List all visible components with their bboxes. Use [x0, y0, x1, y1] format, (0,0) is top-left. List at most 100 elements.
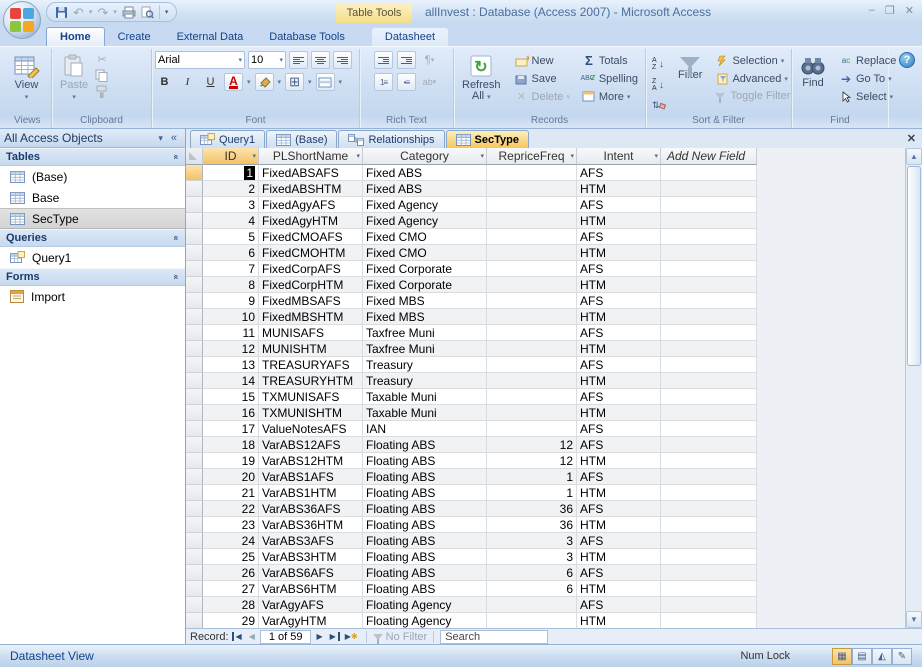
cell[interactable] — [661, 421, 757, 437]
cell[interactable]: HTM — [577, 549, 661, 565]
cell[interactable]: 22 — [203, 501, 259, 517]
cell[interactable]: Fixed Corporate — [363, 261, 487, 277]
cell[interactable] — [661, 197, 757, 213]
align-left-button[interactable] — [289, 51, 308, 69]
cell[interactable]: 19 — [203, 453, 259, 469]
nav-item-base[interactable]: Base — [0, 187, 185, 208]
nav-item-base[interactable]: (Base) — [0, 166, 185, 187]
cell[interactable] — [661, 245, 757, 261]
document-tab-query1[interactable]: Query1 — [190, 130, 266, 148]
cell[interactable] — [661, 357, 757, 373]
cell[interactable] — [487, 309, 577, 325]
column-dropdown-icon[interactable]: ▾ — [570, 152, 574, 160]
cell[interactable]: 25 — [203, 549, 259, 565]
collapse-chevron-icon[interactable]: « — [171, 274, 181, 279]
column-dropdown-icon[interactable]: ▾ — [252, 152, 256, 160]
cell[interactable]: 27 — [203, 581, 259, 597]
cell[interactable]: FixedABSAFS — [259, 165, 363, 181]
cell[interactable]: MUNISAFS — [259, 325, 363, 341]
cell[interactable]: HTM — [577, 581, 661, 597]
ribbon-tab-create[interactable]: Create — [105, 28, 164, 46]
cell[interactable]: ValueNotesAFS — [259, 421, 363, 437]
cell[interactable]: AFS — [577, 469, 661, 485]
cell[interactable] — [487, 421, 577, 437]
cell[interactable]: VarABS1HTM — [259, 485, 363, 501]
advanced-filter-button[interactable]: Advanced ▾ — [712, 71, 793, 86]
cell[interactable] — [487, 277, 577, 293]
italic-button[interactable]: I — [178, 73, 197, 91]
ribbon-tab-database-tools[interactable]: Database Tools — [256, 28, 358, 46]
cell[interactable] — [487, 357, 577, 373]
nav-section-forms[interactable]: Forms « — [0, 268, 185, 286]
cut-icon[interactable]: ✂ — [95, 53, 109, 66]
cell[interactable]: 1 — [487, 469, 577, 485]
totals-button[interactable]: Σ Totals — [579, 53, 641, 68]
font-size-combobox[interactable]: 10 ▾ — [248, 51, 286, 69]
cell[interactable]: AFS — [577, 261, 661, 277]
cell[interactable]: HTM — [577, 213, 661, 229]
cell[interactable]: AFS — [577, 421, 661, 437]
cell[interactable]: FixedCorpHTM — [259, 277, 363, 293]
cell[interactable]: Treasury — [363, 373, 487, 389]
collapse-chevron-icon[interactable]: « — [171, 154, 181, 159]
cell[interactable]: 26 — [203, 565, 259, 581]
row-selector[interactable] — [186, 517, 203, 533]
nav-section-tables[interactable]: Tables « — [0, 148, 185, 166]
cell[interactable] — [661, 437, 757, 453]
cell[interactable]: Fixed MBS — [363, 293, 487, 309]
cell[interactable]: 11 — [203, 325, 259, 341]
cell[interactable]: 1 — [203, 165, 259, 181]
cell[interactable]: VarABS36AFS — [259, 501, 363, 517]
row-selector[interactable] — [186, 565, 203, 581]
cell[interactable]: Taxable Muni — [363, 405, 487, 421]
restore-button[interactable]: ❐ — [885, 4, 895, 17]
column-dropdown-icon[interactable]: ▾ — [356, 152, 360, 160]
cell[interactable]: 9 — [203, 293, 259, 309]
row-selector[interactable] — [186, 453, 203, 469]
cell[interactable]: 3 — [487, 533, 577, 549]
cell[interactable] — [661, 565, 757, 581]
cell[interactable]: Taxfree Muni — [363, 325, 487, 341]
cell[interactable]: 21 — [203, 485, 259, 501]
cell[interactable]: VarABS6HTM — [259, 581, 363, 597]
cell[interactable] — [487, 341, 577, 357]
row-selector[interactable] — [186, 469, 203, 485]
cell[interactable]: HTM — [577, 341, 661, 357]
cell[interactable]: 23 — [203, 517, 259, 533]
row-selector[interactable] — [186, 389, 203, 405]
cell[interactable] — [487, 197, 577, 213]
align-center-button[interactable] — [311, 51, 330, 69]
cell[interactable] — [661, 181, 757, 197]
cell[interactable]: HTM — [577, 405, 661, 421]
last-record-button[interactable]: ▶ — [328, 632, 340, 641]
cell[interactable] — [487, 213, 577, 229]
help-button[interactable]: ? — [899, 52, 915, 68]
row-selector[interactable] — [186, 373, 203, 389]
cell[interactable]: 2 — [203, 181, 259, 197]
alternate-fill-dropdown-icon[interactable]: ▾ — [339, 78, 343, 86]
cell[interactable]: HTM — [577, 485, 661, 501]
cell[interactable]: Taxfree Muni — [363, 341, 487, 357]
row-selector[interactable] — [186, 245, 203, 261]
print-preview-icon[interactable] — [141, 6, 154, 19]
cell[interactable] — [487, 245, 577, 261]
replace-button[interactable]: a c Replace — [836, 53, 899, 68]
cell[interactable]: Floating ABS — [363, 549, 487, 565]
cell[interactable]: Fixed Agency — [363, 197, 487, 213]
cell[interactable]: Fixed ABS — [363, 165, 487, 181]
save-icon[interactable] — [55, 6, 68, 19]
cell[interactable]: 5 — [203, 229, 259, 245]
design-view-button[interactable]: ✎ — [892, 647, 912, 665]
cell[interactable]: HTM — [577, 453, 661, 469]
row-selector[interactable] — [186, 421, 203, 437]
cell[interactable]: Taxable Muni — [363, 389, 487, 405]
cell[interactable]: Floating ABS — [363, 517, 487, 533]
cell[interactable]: Fixed Corporate — [363, 277, 487, 293]
row-selector[interactable] — [186, 213, 203, 229]
font-color-dropdown-icon[interactable]: ▾ — [247, 78, 251, 86]
cell[interactable]: FixedMBSHTM — [259, 309, 363, 325]
filter-button[interactable]: Filter — [673, 51, 707, 84]
cell[interactable]: 6 — [203, 245, 259, 261]
record-position[interactable]: 1 of 59 — [259, 629, 312, 644]
find-button[interactable]: Find — [795, 51, 831, 92]
